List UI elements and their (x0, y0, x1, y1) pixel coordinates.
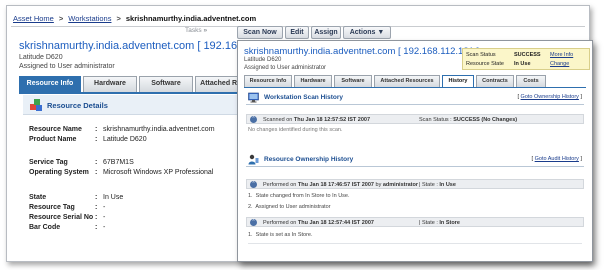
tab-history[interactable]: History (442, 75, 474, 87)
collapse-icon[interactable]: ⌃ (250, 116, 257, 123)
collapse-icon[interactable]: ⌃ (250, 181, 257, 188)
status-box: Scan Status SUCCESS More Info Resource S… (462, 48, 590, 70)
ownership-entry-date: Performed on Thu Jan 18 17:46:57 IST 200… (263, 181, 419, 188)
scan-history-title: Workstation Scan History (264, 94, 343, 101)
scan-now-button[interactable]: Scan Now (237, 26, 283, 39)
resource-subtitle: Latitude D620 Assigned to User administr… (19, 53, 115, 71)
breadcrumb-separator: > (116, 14, 121, 23)
breadcrumb: Asset Home > Workstations > skrishnamurthy.i… (13, 14, 256, 23)
tab-hardware[interactable]: Hardware (83, 76, 137, 92)
scan-status-value: SUCCESS (514, 52, 541, 58)
more-info-link[interactable]: More Info (550, 52, 573, 58)
assigned-user: Assigned to User administrator (19, 63, 115, 70)
ownership-entry-note: 2. Assigned to User administrator (248, 204, 331, 210)
tasks-label: Tasks (185, 27, 202, 34)
ownership-history-link[interactable]: [ Goto Ownership History ] (517, 94, 582, 100)
resource-details-header: Resource Details (23, 95, 247, 115)
ownership-entry-header[interactable]: ⌃ Performed on Thu Jan 18 17:46:57 IST 2… (246, 179, 584, 189)
collapse-icon[interactable]: ⌃ (250, 219, 257, 226)
tabs-underline (244, 87, 586, 88)
monitor-icon (248, 92, 259, 103)
ownership-entry-note: 1. State is set as In Store. (248, 232, 313, 238)
tab-hardware[interactable]: Hardware (294, 75, 332, 87)
actions-label: Actions (349, 29, 376, 36)
history-window: skrishnamurthy.india.adventnet.com [ 192… (237, 40, 593, 262)
section-title: Resource Details (47, 101, 108, 110)
change-state-link[interactable]: Change (550, 61, 569, 67)
resource-cubes-icon (30, 99, 42, 111)
ownership-entry-note: 1. State changed from In Store to In Use… (248, 193, 350, 199)
ownership-entry-header[interactable]: ⌃ Performed on Thu Jan 18 12:57:44 IST 2… (246, 217, 584, 227)
audit-history-link[interactable]: [ Goto Audit History ] (532, 156, 582, 162)
tab-software[interactable]: Software (334, 75, 372, 87)
resource-subtitle: Latitude D620 Assigned to User administr… (244, 57, 326, 72)
edit-button[interactable]: Edit (285, 26, 309, 39)
ownership-history-title: Resource Ownership History (264, 156, 354, 163)
tab-resource-info[interactable]: Resource Info (244, 75, 292, 87)
assigned-user: Assigned to User administrator (244, 64, 327, 71)
ownership-entry-state: | State : In Use (419, 181, 456, 188)
breadcrumb-separator: > (58, 14, 64, 23)
resource-state-value: In Use (514, 61, 531, 67)
scan-entry-date: Scanned on Thu Jan 18 12:57:52 IST 2007 (263, 116, 371, 123)
model-name: Latitude D620 (244, 57, 282, 63)
scan-status-label: Scan Status (466, 52, 496, 58)
actions-button[interactable]: Actions ▼ (343, 26, 391, 39)
scan-history-header: Workstation Scan History [ Goto Ownershi… (246, 91, 584, 105)
scan-entry-header[interactable]: ⌃ Scanned on Thu Jan 18 12:57:52 IST 200… (246, 114, 584, 124)
tab-software[interactable]: Software (139, 76, 193, 92)
double-chevron-right-icon: » (203, 27, 208, 34)
ownership-entry-date: Performed on Thu Jan 18 12:57:44 IST 200… (263, 219, 374, 226)
resource-state-label: Resource State (466, 61, 504, 67)
tab-costs[interactable]: Costs (516, 75, 546, 87)
assign-button[interactable]: Assign (311, 26, 341, 39)
ownership-entry-state: | State : In Store (419, 219, 460, 226)
tab-attached-resources[interactable]: Attached Resources (374, 75, 440, 87)
entry-divider (248, 243, 582, 244)
user-icon (248, 154, 259, 165)
model-name: Latitude D620 (19, 54, 63, 61)
scan-entry-status: Scan Status : SUCCESS (No Changes) (419, 116, 518, 123)
breadcrumb-current: skrishnamurthy.india.adventnet.com (125, 14, 257, 23)
breadcrumb-asset-home[interactable]: Asset Home (13, 14, 54, 23)
tasks-toggle[interactable]: Tasks » (185, 27, 207, 34)
breadcrumb-workstations[interactable]: Workstations (68, 14, 111, 23)
page-title: skrishnamurthy.india.adventnet.com [ 192… (244, 46, 480, 57)
scan-entry-note: No changes identified during this scan. (248, 127, 343, 133)
tab-resource-info[interactable]: Resource Info (19, 76, 81, 92)
caret-down-icon: ▼ (377, 29, 385, 36)
tab-contracts[interactable]: Contracts (476, 75, 514, 87)
ownership-history-header: Resource Ownership History [ Goto Audit … (246, 153, 584, 167)
